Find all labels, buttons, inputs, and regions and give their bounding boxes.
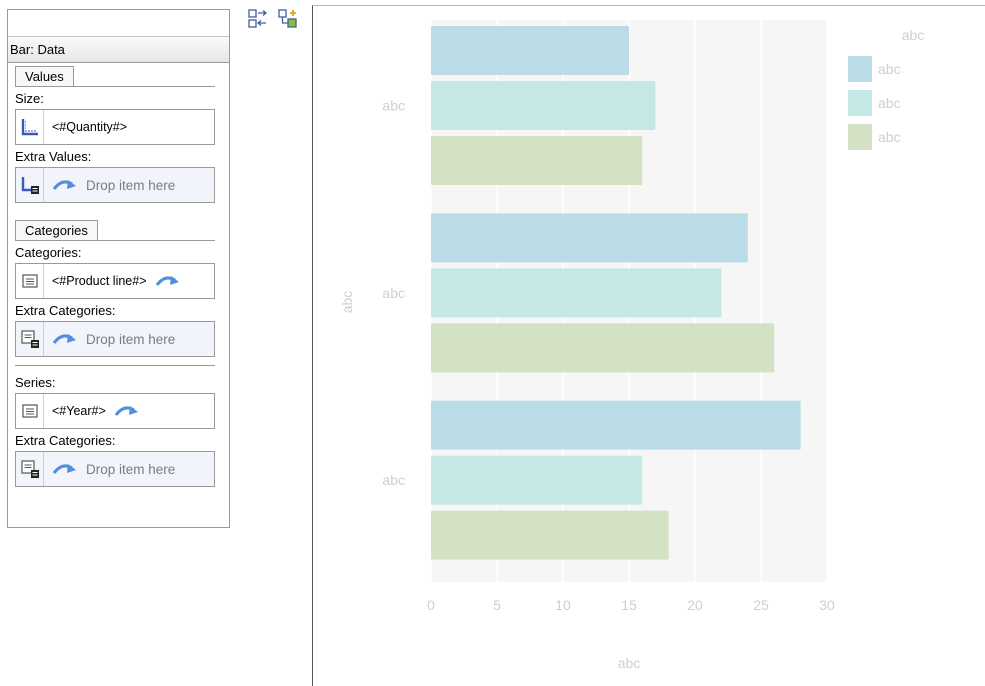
drop-arrow-icon bbox=[52, 461, 78, 477]
panel-header-field[interactable] bbox=[8, 10, 229, 37]
legend-label: abc bbox=[878, 61, 901, 77]
categories-group-tab[interactable]: Categories bbox=[15, 220, 98, 241]
bar bbox=[431, 81, 656, 130]
bar bbox=[431, 268, 722, 318]
y-axis-title: abc bbox=[339, 291, 355, 314]
measure-list-icon bbox=[16, 168, 44, 202]
series-extra-categories-label: Extra Categories: bbox=[15, 433, 116, 448]
x-axis-title: abc bbox=[618, 655, 641, 671]
panel-body: Values Size: <#Quantity#> Extra Values: bbox=[15, 66, 215, 487]
extra-values-drop-zone[interactable]: Drop item here bbox=[15, 167, 215, 203]
add-item-icon[interactable] bbox=[277, 8, 299, 30]
bar bbox=[431, 26, 629, 75]
extra-values-placeholder: Drop item here bbox=[86, 177, 176, 193]
bar bbox=[431, 455, 643, 505]
drop-arrow-icon bbox=[52, 177, 78, 193]
bar bbox=[431, 323, 775, 373]
size-value: <#Quantity#> bbox=[52, 120, 128, 134]
legend-label: abc bbox=[878, 95, 901, 111]
category-label: abc bbox=[382, 472, 405, 488]
x-tick-label: 15 bbox=[621, 597, 637, 613]
series-label: Series: bbox=[15, 375, 56, 390]
category-label: abc bbox=[382, 98, 405, 114]
x-tick-label: 5 bbox=[493, 597, 501, 613]
chart-canvas[interactable]: 0 5 10 15 20 25 30 abc abc abc abc abc abc abc abc abc bbox=[312, 5, 985, 686]
size-label: Size: bbox=[15, 91, 44, 106]
categories-well[interactable]: <#Product line#> bbox=[15, 263, 215, 299]
legend-swatch bbox=[848, 124, 872, 150]
panel-title: Bar: Data bbox=[8, 37, 229, 63]
series-value: <#Year#> bbox=[52, 404, 106, 418]
drop-arrow-icon bbox=[52, 331, 78, 347]
series-extra-categories-placeholder: Drop item here bbox=[86, 461, 176, 477]
categories-value: <#Product line#> bbox=[52, 274, 147, 288]
category-list-icon bbox=[16, 452, 44, 486]
category-label: abc bbox=[382, 285, 405, 301]
x-tick-label: 25 bbox=[753, 597, 769, 613]
category-icon bbox=[16, 264, 44, 298]
extra-categories-placeholder: Drop item here bbox=[86, 331, 176, 347]
x-tick-label: 30 bbox=[819, 597, 835, 613]
extra-values-label: Extra Values: bbox=[15, 149, 92, 164]
bar bbox=[431, 136, 643, 185]
legend-title: abc bbox=[902, 27, 925, 43]
bar bbox=[431, 510, 669, 560]
series-extra-categories-drop-zone[interactable]: Drop item here bbox=[15, 451, 215, 487]
x-tick-label: 0 bbox=[427, 597, 435, 613]
drop-arrow-icon bbox=[114, 403, 140, 419]
legend-label: abc bbox=[878, 129, 901, 145]
legend-swatch bbox=[848, 90, 872, 116]
extra-categories-drop-zone[interactable]: Drop item here bbox=[15, 321, 215, 357]
category-icon bbox=[16, 394, 44, 428]
x-tick-label: 10 bbox=[555, 597, 571, 613]
divider bbox=[15, 365, 215, 366]
bar-chart: 0 5 10 15 20 25 30 abc abc abc abc abc abc abc abc abc bbox=[339, 20, 925, 671]
bar bbox=[431, 400, 801, 450]
bar bbox=[431, 213, 748, 263]
legend-swatch bbox=[848, 56, 872, 82]
measure-icon bbox=[16, 110, 44, 144]
category-list-icon bbox=[16, 322, 44, 356]
extra-categories-label: Extra Categories: bbox=[15, 303, 116, 318]
categories-label: Categories: bbox=[15, 245, 82, 260]
series-well[interactable]: <#Year#> bbox=[15, 393, 215, 429]
x-tick-label: 20 bbox=[687, 597, 703, 613]
swap-data-icon[interactable] bbox=[247, 8, 269, 30]
size-well[interactable]: <#Quantity#> bbox=[15, 109, 215, 145]
drop-arrow-icon bbox=[155, 273, 181, 289]
values-group-tab[interactable]: Values bbox=[15, 66, 74, 87]
